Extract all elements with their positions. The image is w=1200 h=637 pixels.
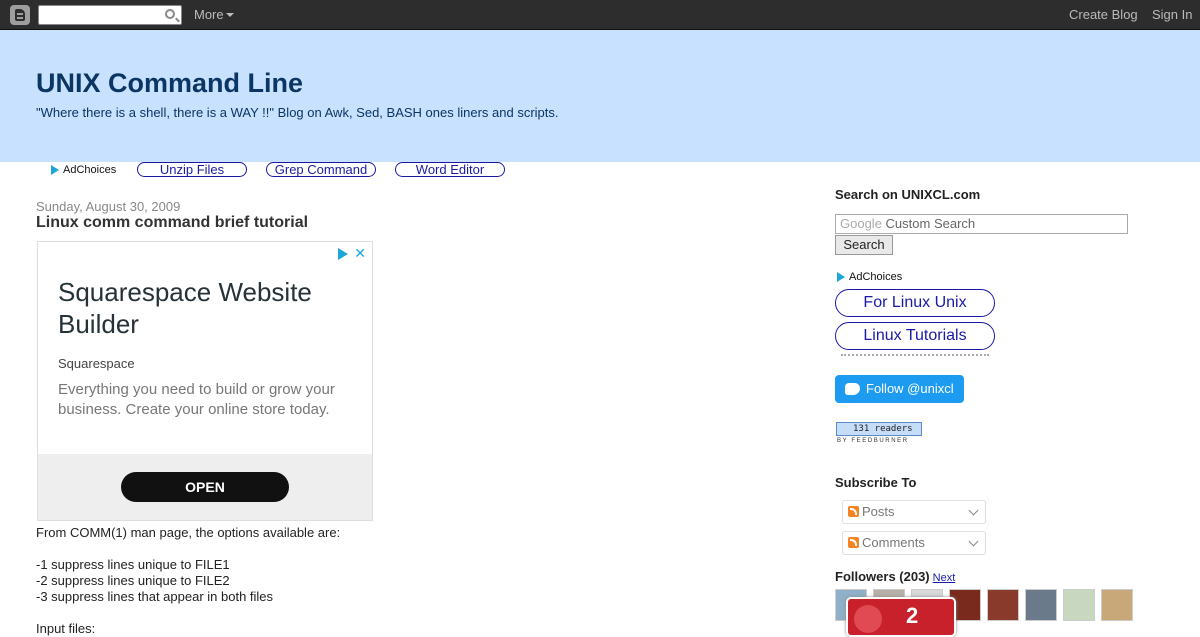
blogger-logo-icon[interactable] (10, 5, 30, 25)
ad-controls: ✕ (338, 245, 366, 262)
ad-body: Everything you need to build or grow you… (58, 381, 335, 418)
twitter-icon (845, 383, 860, 395)
navbar-search-input[interactable] (38, 5, 182, 25)
sign-in-link[interactable]: Sign In (1152, 7, 1192, 22)
post-title[interactable]: Linux comm command brief tutorial (36, 214, 308, 232)
twitter-follow-label: Follow @unixcl (866, 381, 954, 396)
follower-avatar[interactable] (987, 589, 1019, 621)
adchoices-icon[interactable] (338, 248, 349, 261)
subscribe-comments-label: Comments (862, 535, 925, 550)
follower-avatar[interactable] (1025, 589, 1057, 621)
adchoices-text: AdChoices (849, 271, 903, 283)
notification-logo-icon (854, 605, 882, 633)
post-line: -3 suppress lines that appear in both fi… (36, 589, 274, 604)
search-icon[interactable] (165, 9, 175, 19)
followers-count: Followers (203) (835, 569, 930, 584)
post-date: Sunday, August 30, 2009 (36, 199, 181, 214)
ad-link-word-editor[interactable]: Word Editor (395, 162, 505, 177)
rss-icon (848, 537, 859, 548)
post-line: -2 suppress lines unique to FILE2 (36, 573, 230, 588)
adchoices-icon (837, 272, 845, 283)
more-menu-label: More (194, 7, 224, 22)
adchoices-icon (51, 165, 59, 176)
feedburner-by: BY FEEDBURNER (837, 438, 909, 444)
search-placeholder: Custom Search (885, 216, 976, 231)
search-button[interactable]: Search (835, 235, 893, 255)
feedburner-badge[interactable]: 131 readers BY FEEDBURNER (835, 421, 923, 447)
ad-link-grep-command[interactable]: Grep Command (266, 162, 376, 177)
subscribe-posts-dropdown[interactable]: Posts (842, 500, 986, 524)
post-line: ​ (36, 605, 340, 621)
twitter-follow-button[interactable]: Follow @unixcl (835, 375, 964, 403)
search-heading: Search on UNIXCL.com (835, 187, 981, 202)
feedburner-count: 131 readers (836, 422, 922, 436)
ad-link-for-linux-unix[interactable]: For Linux Unix (835, 289, 995, 317)
post-line: ​ (36, 541, 340, 557)
rss-icon (848, 506, 859, 517)
chevron-down-icon (968, 536, 979, 547)
ad-advertiser: Squarespace (58, 356, 135, 371)
chevron-down-icon (225, 12, 234, 17)
chevron-down-icon (968, 505, 979, 516)
post-line: Input files: (36, 621, 96, 636)
ad-link-linux-tutorials[interactable]: Linux Tutorials (835, 322, 995, 350)
display-ad[interactable]: ✕ Squarespace Website Builder Squarespac… (37, 241, 373, 521)
google-label: Google (840, 216, 882, 231)
more-menu[interactable]: More (194, 7, 234, 22)
close-icon[interactable]: ✕ (354, 245, 366, 261)
notification-badge[interactable]: 2 (846, 597, 956, 637)
blog-description: "Where there is a shell, there is a WAY … (36, 105, 559, 120)
create-blog-link[interactable]: Create Blog (1069, 7, 1138, 22)
divider (841, 354, 989, 356)
ad-open-button[interactable]: OPEN (121, 472, 289, 502)
blog-header: UNIX Command Line "Where there is a shel… (0, 30, 1200, 162)
subscribe-comments-dropdown[interactable]: Comments (842, 531, 986, 555)
sidebar-adchoices-label[interactable]: AdChoices (837, 271, 902, 283)
ad-footer: OPEN (38, 454, 372, 520)
post-line: From COMM(1) man page, the options avail… (36, 525, 341, 540)
custom-search-input[interactable]: Google Custom Search (835, 214, 1128, 234)
subscribe-posts-label: Posts (862, 504, 895, 519)
ad-headline[interactable]: Squarespace Website Builder (58, 276, 358, 340)
ad-link-unzip-files[interactable]: Unzip Files (137, 162, 247, 177)
notification-count: 2 (906, 603, 919, 628)
post-line: -1 suppress lines unique to FILE1 (36, 557, 230, 572)
followers-heading: Followers (203) Next (835, 569, 955, 584)
followers-next-link[interactable]: Next (933, 572, 956, 584)
blog-title[interactable]: UNIX Command Line (36, 68, 303, 99)
adchoices-text: AdChoices (63, 164, 117, 176)
adchoices-label[interactable]: AdChoices (51, 164, 116, 176)
follower-avatar[interactable] (1063, 589, 1095, 621)
follower-avatar[interactable] (1101, 589, 1133, 621)
subscribe-heading: Subscribe To (835, 475, 917, 490)
blogger-navbar: More Create Blog Sign In (0, 0, 1200, 30)
post-body: From COMM(1) man page, the options avail… (36, 525, 340, 637)
